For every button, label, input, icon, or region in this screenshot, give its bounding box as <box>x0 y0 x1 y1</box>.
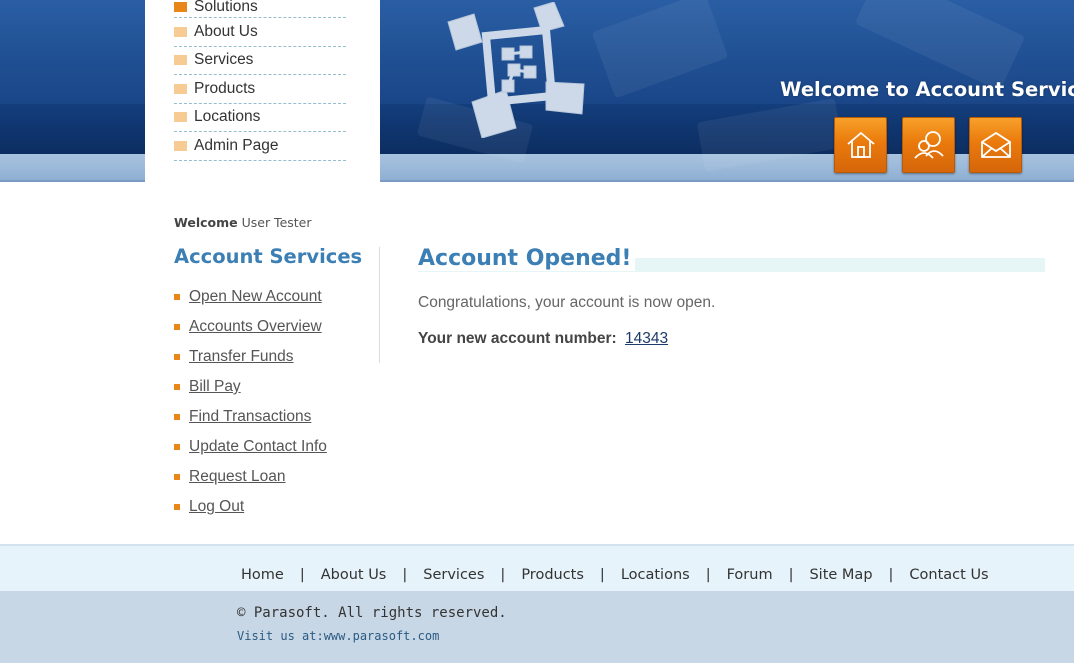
bullet-icon <box>174 324 180 330</box>
menu-square-icon <box>174 2 187 12</box>
footer-home-link[interactable]: Home <box>241 567 284 583</box>
confirmation-message: Congratulations, your account is now ope… <box>418 294 716 311</box>
footer-separator: | <box>402 567 408 583</box>
accounts-overview-link[interactable]: Accounts Overview <box>189 318 322 336</box>
open-new-account-link[interactable]: Open New Account <box>189 288 322 306</box>
menu-square-icon <box>174 140 187 151</box>
user-name: User Tester <box>241 215 312 230</box>
top-menu-label: Locations <box>194 108 261 126</box>
welcome-message: Welcome User Tester <box>174 215 312 230</box>
footer-contact-us-link[interactable]: Contact Us <box>909 567 988 583</box>
account-number-label: Your new account number: <box>418 330 617 347</box>
list-item: Accounts Overview <box>174 312 327 342</box>
account-services-menu: Open New Account Accounts Overview Trans… <box>174 282 327 522</box>
top-menu: Solutions About Us Services Products Loc… <box>174 0 346 161</box>
copyright-text: © Parasoft. All rights reserved. <box>237 605 507 621</box>
top-menu-item-solutions[interactable]: Solutions <box>174 0 346 18</box>
new-account-number-link[interactable]: 14343 <box>625 330 668 347</box>
parabank-logo-icon <box>447 2 585 138</box>
bill-pay-link[interactable]: Bill Pay <box>189 378 241 396</box>
account-services-heading: Account Services <box>174 245 363 268</box>
top-menu-item-locations[interactable]: Locations <box>174 104 346 132</box>
find-transactions-link[interactable]: Find Transactions <box>189 408 311 426</box>
footer-forum-link[interactable]: Forum <box>727 567 773 583</box>
bullet-icon <box>174 414 180 420</box>
footer-separator: | <box>888 567 894 583</box>
footer-separator: | <box>500 567 506 583</box>
top-menu-item-services[interactable]: Services <box>174 47 346 75</box>
list-item: Update Contact Info <box>174 432 327 462</box>
top-menu-label: Admin Page <box>194 136 279 154</box>
log-out-link[interactable]: Log Out <box>189 498 244 516</box>
top-menu-label: About Us <box>194 22 258 40</box>
account-number-line: Your new account number: 14343 <box>418 330 668 348</box>
transfer-funds-link[interactable]: Transfer Funds <box>189 348 294 366</box>
footer-separator: | <box>788 567 794 583</box>
bullet-icon <box>174 504 180 510</box>
home-button[interactable] <box>834 117 887 173</box>
visit-label: Visit us at: <box>237 629 324 643</box>
panel-divider <box>379 247 380 363</box>
footer-site-map-link[interactable]: Site Map <box>809 567 872 583</box>
update-contact-info-link[interactable]: Update Contact Info <box>189 438 327 456</box>
request-loan-link[interactable]: Request Loan <box>189 468 286 486</box>
parasoft-website-link[interactable]: www.parasoft.com <box>324 629 440 643</box>
list-item: Find Transactions <box>174 402 327 432</box>
menu-square-icon <box>174 26 187 37</box>
welcome-label: Welcome <box>174 215 238 230</box>
top-menu-label: Services <box>194 51 254 69</box>
top-menu-item-about-us[interactable]: About Us <box>174 18 346 47</box>
list-item: Open New Account <box>174 282 327 312</box>
list-item: Log Out <box>174 492 327 522</box>
footer-separator: | <box>599 567 605 583</box>
people-icon <box>913 131 944 159</box>
footer-nav: Home | About Us | Services | Products | … <box>241 567 989 583</box>
page-title: Account Opened! <box>418 246 636 271</box>
footer-separator: | <box>705 567 711 583</box>
footer-locations-link[interactable]: Locations <box>621 567 690 583</box>
top-menu-label: Solutions <box>194 0 258 15</box>
top-menu-item-products[interactable]: Products <box>174 75 346 104</box>
top-menu-label: Products <box>194 79 256 97</box>
footer-products-link[interactable]: Products <box>521 567 584 583</box>
banner-title: Welcome to Account Services <box>780 78 1074 101</box>
contact-button[interactable] <box>969 117 1022 173</box>
footer-services-link[interactable]: Services <box>423 567 484 583</box>
bullet-icon <box>174 384 180 390</box>
footer-about-us-link[interactable]: About Us <box>321 567 387 583</box>
menu-square-icon <box>174 83 187 94</box>
list-item: Transfer Funds <box>174 342 327 372</box>
bullet-icon <box>174 354 180 360</box>
footer-bottom <box>0 591 1074 663</box>
envelope-icon <box>980 131 1011 158</box>
menu-square-icon <box>174 112 187 123</box>
bullet-icon <box>174 474 180 480</box>
menu-square-icon <box>174 55 187 66</box>
footer-separator: | <box>299 567 305 583</box>
visit-line: Visit us at:www.parasoft.com <box>237 629 439 643</box>
top-menu-item-admin-page[interactable]: Admin Page <box>174 132 346 161</box>
about-button[interactable] <box>902 117 955 173</box>
bullet-icon <box>174 294 180 300</box>
home-icon <box>846 131 875 158</box>
bullet-icon <box>174 444 180 450</box>
list-item: Bill Pay <box>174 372 327 402</box>
list-item: Request Loan <box>174 462 327 492</box>
